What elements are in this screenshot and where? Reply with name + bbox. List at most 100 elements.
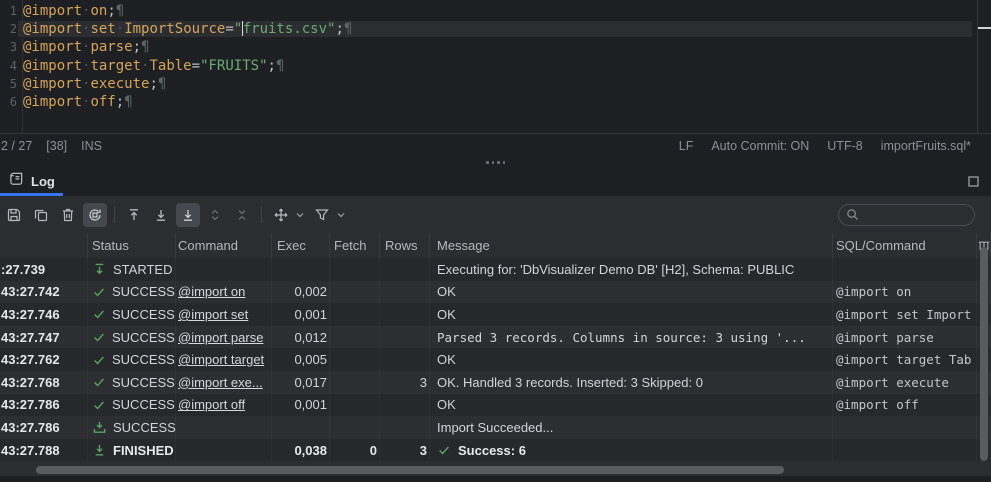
encoding-indicator[interactable]: UTF-8 — [827, 139, 862, 153]
horizontal-scrollbar-track[interactable] — [0, 461, 991, 476]
cell-message: Executing for: 'DbVisualizer Demo DB' [H… — [430, 258, 833, 281]
cell-time: :27.739 — [0, 258, 88, 281]
cell-exec: 0,001 — [272, 394, 330, 417]
log-row[interactable]: 43:27.768SUCCESS@import exe...0,0173OK. … — [0, 371, 991, 394]
line-ending-indicator[interactable]: LF — [679, 139, 694, 153]
cell-command: @import on — [176, 281, 272, 304]
editor-line[interactable]: 6@import·off;¶ — [0, 93, 991, 111]
expand-rows-button[interactable] — [203, 203, 227, 227]
log-row[interactable]: :27.739STARTED Executing for: 'DbVisualiz… — [0, 258, 991, 281]
tail-log-toggle-button[interactable] — [176, 203, 200, 227]
command-link[interactable]: @import off — [178, 397, 245, 412]
finished-status-icon — [92, 443, 107, 458]
insert-mode-indicator[interactable]: INS — [81, 139, 102, 153]
import-status-icon — [92, 420, 107, 435]
vertical-scrollbar-thumb[interactable] — [980, 247, 988, 461]
toolbar-separator — [261, 206, 262, 223]
cell-sql-command: @import set Import — [833, 303, 977, 326]
cell-rows — [380, 303, 430, 326]
cell-sql-command — [833, 258, 977, 281]
editor-line[interactable]: 5@import·execute;¶ — [0, 75, 991, 93]
cell-exec — [272, 258, 330, 281]
column-header-rows[interactable]: Rows — [380, 233, 430, 258]
caret-position: 2 / 27 — [1, 139, 32, 153]
editor-line[interactable]: 4@import·target·Table="FRUITS";¶ — [0, 57, 991, 75]
editor-line[interactable]: 3@import·parse;¶ — [0, 38, 991, 56]
command-link[interactable]: @import target — [178, 352, 264, 367]
cell-command — [176, 439, 272, 462]
cell-status: SUCCESS — [88, 326, 176, 349]
cell-status: STARTED — [88, 258, 176, 281]
cell-sql-command: @import on — [833, 281, 977, 304]
cell-command: @import parse — [176, 326, 272, 349]
log-row[interactable]: 43:27.742SUCCESS@import on0,002OK@import… — [0, 281, 991, 304]
tab-log[interactable]: Log — [0, 166, 67, 196]
cell-message: OK — [430, 394, 833, 417]
column-header-status[interactable]: Status — [88, 233, 176, 258]
column-header-exec[interactable]: Exec — [272, 233, 330, 258]
cell-exec: 0,017 — [272, 371, 330, 394]
chevron-down-icon[interactable] — [337, 206, 345, 224]
scroll-to-top-button[interactable] — [122, 203, 146, 227]
log-row[interactable]: 43:27.788FINISHED0,03803Success: 6 — [0, 439, 991, 462]
horizontal-scrollbar-thumb[interactable] — [36, 466, 784, 474]
toolbar-separator — [114, 206, 115, 223]
command-link[interactable]: @import exe... — [178, 375, 263, 390]
log-search-field[interactable] — [838, 204, 975, 226]
filter-button[interactable] — [310, 203, 334, 227]
cell-command — [176, 416, 272, 439]
log-row[interactable]: 43:27.762SUCCESS@import target0,005OK@im… — [0, 348, 991, 371]
command-link[interactable]: @import set — [178, 307, 248, 322]
code-text: @import·parse;¶ — [18, 39, 972, 55]
cell-exec: 0,001 — [272, 303, 330, 326]
column-header-sql-command[interactable]: SQL/Command — [833, 233, 977, 258]
log-row[interactable]: 43:27.786SUCCESS@import off0,001OK@impor… — [0, 394, 991, 417]
editor-line[interactable]: 1@import·on;¶ — [0, 2, 991, 20]
maximize-panel-button[interactable] — [966, 174, 981, 189]
line-number: 5 — [0, 77, 17, 91]
editor-line[interactable]: 2@import·set·ImportSource="fruits.csv";¶ — [0, 20, 991, 38]
column-header-message[interactable]: Message — [430, 233, 833, 258]
cell-time: 43:27.768 — [0, 371, 88, 394]
cell-sql-command — [833, 439, 977, 462]
cell-fetch — [330, 416, 380, 439]
cell-rows: 3 — [380, 439, 430, 462]
command-link[interactable]: @import parse — [178, 330, 263, 345]
command-link[interactable]: @import on — [178, 284, 245, 299]
search-icon — [846, 208, 859, 221]
log-table: :27.739STARTED Executing for: 'DbVisualiz… — [0, 258, 991, 461]
save-log-button[interactable] — [2, 203, 26, 227]
cell-rows — [380, 348, 430, 371]
search-input[interactable] — [864, 207, 968, 223]
auto-commit-indicator[interactable]: Auto Commit: ON — [711, 139, 809, 153]
cell-exec — [272, 416, 330, 439]
cell-status: SUCCESS — [88, 394, 176, 417]
cell-message: Success: 6 — [430, 439, 833, 462]
cell-time: 43:27.786 — [0, 416, 88, 439]
clear-log-button[interactable] — [56, 203, 80, 227]
fit-columns-button[interactable] — [269, 203, 293, 227]
cell-message: Parsed 3 records. Columns in source: 3 u… — [430, 326, 833, 349]
column-header-time[interactable] — [0, 233, 88, 258]
cell-exec: 0,005 — [272, 348, 330, 371]
sql-editor[interactable]: 1@import·on;¶2@import·set·ImportSource="… — [0, 0, 991, 133]
keep-log-toggle-button[interactable] — [83, 203, 107, 227]
chevron-down-icon[interactable] — [296, 206, 304, 224]
cell-sql-command: @import execute — [833, 371, 977, 394]
code-text: @import·off;¶ — [18, 94, 972, 110]
cell-rows — [380, 258, 430, 281]
cell-sql-command — [833, 416, 977, 439]
column-header-command[interactable]: Command — [176, 233, 272, 258]
copy-button[interactable] — [29, 203, 53, 227]
collapse-rows-button[interactable] — [230, 203, 254, 227]
cell-status: SUCCESS — [88, 416, 176, 439]
check-status-icon — [92, 330, 106, 344]
line-number: 1 — [0, 4, 17, 18]
dbvisualizer-window: 1@import·on;¶2@import·set·ImportSource="… — [0, 0, 991, 482]
column-header-fetch[interactable]: Fetch — [330, 233, 380, 258]
log-row[interactable]: 43:27.747SUCCESS@import parse0,012Parsed… — [0, 326, 991, 349]
log-row[interactable]: 43:27.746SUCCESS@import set0,001OK@impor… — [0, 303, 991, 326]
log-table-header: StatusCommandExecFetchRowsMessageSQL/Com… — [0, 233, 991, 258]
log-row[interactable]: 43:27.786SUCCESSImport Succeeded... — [0, 416, 991, 439]
scroll-to-bottom-button[interactable] — [149, 203, 173, 227]
